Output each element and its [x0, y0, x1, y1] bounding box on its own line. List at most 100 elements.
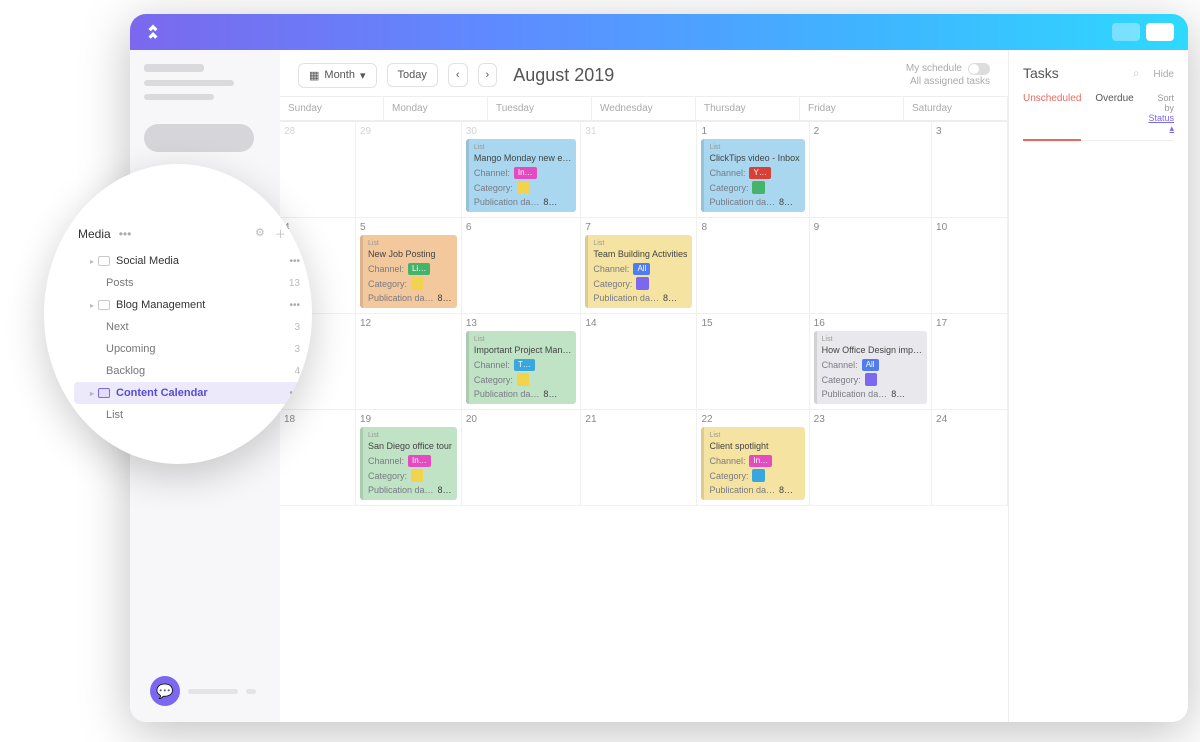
calendar-toolbar: ▦ Month ▾ Today ‹ › August 2019 My sched… [280, 50, 1008, 96]
publication-value: 8… [779, 196, 793, 208]
tasks-panel: Tasks ⌕ Hide Unscheduled Overdue Sort by… [1008, 50, 1188, 722]
category-label: Category: [593, 278, 632, 290]
calendar-cell[interactable]: 16ListHow Office Design imp…Channel:AllC… [810, 314, 932, 410]
calendar-cell[interactable]: 17 [932, 314, 1008, 410]
task-title: San Diego office tour [368, 440, 452, 452]
channel-chip: T… [514, 359, 535, 372]
my-schedule-toggle[interactable] [968, 63, 990, 75]
publication-label: Publication da… [709, 484, 775, 496]
calendar-cell[interactable]: 22 ListClient spotlightChannel:In…Categor… [697, 410, 809, 506]
calendar-task-card[interactable]: ListHow Office Design imp…Channel:AllCat… [814, 331, 927, 404]
calendar-cell[interactable]: 8 [697, 218, 809, 314]
search-pill[interactable] [144, 124, 254, 152]
calendar-cell[interactable]: 21 [581, 410, 697, 506]
prev-button[interactable]: ‹ [448, 63, 468, 87]
calendar-task-card[interactable]: ListNew Job PostingChannel:Li…Category: … [360, 235, 457, 308]
calendar-cell[interactable]: 13 ListImportant Project Man…Channel:T…Ca… [462, 314, 582, 410]
category-chip [636, 277, 648, 290]
calendar-cell[interactable]: 20 [462, 410, 582, 506]
today-button[interactable]: Today [387, 63, 438, 87]
hide-panel-link[interactable]: Hide [1153, 69, 1174, 80]
calendar-header-row: SundayMondayTuesdayWednesdayThursdayFrid… [280, 96, 1008, 121]
window-control[interactable] [1112, 23, 1140, 41]
calendar-cell[interactable]: 19ListSan Diego office tourChannel:In…Ca… [356, 410, 462, 506]
day-number: 13 [466, 318, 577, 329]
sidebar-list-item[interactable]: Next3 [74, 316, 306, 338]
gear-icon[interactable]: ⚙ [255, 226, 265, 242]
calendar-task-card[interactable]: ListTeam Building ActivitiesChannel:AllC… [585, 235, 692, 308]
view-mode-label: Month [324, 69, 355, 81]
calendar-cell[interactable]: 14 [581, 314, 697, 410]
calendar-task-card[interactable]: ListClickTips video - InboxChannel:Y…Cat… [701, 139, 804, 212]
item-label: List [106, 409, 123, 421]
more-icon[interactable]: ••• [289, 256, 300, 267]
calendar-cell[interactable]: 6 [462, 218, 582, 314]
calendar-cell[interactable]: 28 [280, 122, 356, 218]
sidebar-list-item[interactable]: List 8 [74, 404, 306, 426]
calendar-cell[interactable]: 10 [932, 218, 1008, 314]
calendar-cell[interactable]: 15 [697, 314, 809, 410]
sidebar-folder[interactable]: ▸Content Calendar••• [74, 382, 306, 404]
more-icon[interactable]: ••• [289, 388, 300, 399]
sortby-value[interactable]: Status ▴ [1148, 113, 1174, 133]
search-icon[interactable]: ⌕ [1133, 66, 1140, 80]
item-count: 13 [289, 278, 300, 289]
search-icon[interactable]: ⌕ [296, 226, 302, 242]
task-list-tag: List [474, 143, 572, 152]
tab-unscheduled[interactable]: Unscheduled [1023, 93, 1081, 141]
sidebar-list-item[interactable]: Upcoming3 [74, 338, 306, 360]
task-title: ClickTips video - Inbox [709, 152, 799, 164]
calendar-cell[interactable]: 2 [810, 122, 932, 218]
plus-icon[interactable]: ＋ [275, 226, 286, 242]
calendar-task-card[interactable]: ListClient spotlightChannel:In…Category:… [701, 427, 804, 500]
window-control[interactable] [1146, 23, 1174, 41]
publication-label: Publication da… [368, 484, 434, 496]
day-number: 31 [585, 126, 692, 137]
task-list-tag: List [368, 431, 452, 440]
placeholder-line [246, 689, 256, 694]
more-icon[interactable]: ••• [119, 227, 132, 241]
calendar-cell[interactable]: 12 [356, 314, 462, 410]
next-button[interactable]: › [478, 63, 498, 87]
more-icon[interactable]: ••• [289, 300, 300, 311]
calendar-task-card[interactable]: ListImportant Project Man…Channel:T…Cate… [466, 331, 577, 404]
calendar-cell[interactable]: 3 [932, 122, 1008, 218]
sidebar-folder[interactable]: ▸Blog Management••• [74, 294, 306, 316]
sidebar-folder[interactable]: ▸Social Media••• [74, 250, 306, 272]
day-number: 12 [360, 318, 457, 329]
sidebar-list-item[interactable]: Posts13 [74, 272, 306, 294]
sidebar-list-item[interactable]: Backlog4 [74, 360, 306, 382]
calendar-cell[interactable]: 5ListNew Job PostingChannel:Li…Category:… [356, 218, 462, 314]
view-mode-dropdown[interactable]: ▦ Month ▾ [298, 63, 377, 88]
channel-chip: Li… [408, 263, 430, 276]
publication-value: 8… [663, 292, 677, 304]
task-title: How Office Design imp… [822, 344, 922, 356]
calendar-cell[interactable]: 29 [356, 122, 462, 218]
popover-title: Media [78, 227, 111, 241]
calendar-task-card[interactable]: ListMango Monday new e…Channel:In…Catego… [466, 139, 577, 212]
category-label: Category: [368, 278, 407, 290]
calendar-title: August 2019 [513, 65, 614, 86]
chat-fab[interactable]: 💬 [150, 676, 180, 706]
calendar-day-header: Tuesday [488, 97, 592, 121]
calendar-cell[interactable]: 23 [810, 410, 932, 506]
tasks-heading: Tasks [1023, 65, 1059, 81]
calendar-cell[interactable]: 31 [581, 122, 697, 218]
category-label: Category: [474, 182, 513, 194]
calendar-cell[interactable]: 7ListTeam Building ActivitiesChannel:All… [581, 218, 697, 314]
publication-value: 8… [543, 388, 557, 400]
calendar-task-card[interactable]: ListSan Diego office tourChannel:In…Cate… [360, 427, 457, 500]
calendar-cell[interactable]: 1ListClickTips video - InboxChannel:Y…Ca… [697, 122, 809, 218]
task-list-tag: List [368, 239, 452, 248]
day-number: 22 [701, 414, 804, 425]
item-count: ••• [289, 256, 300, 267]
calendar-cell[interactable]: 9 [810, 218, 932, 314]
item-count: 8 [294, 410, 300, 421]
category-chip [411, 277, 423, 290]
item-label: Blog Management [116, 299, 205, 311]
calendar-cell[interactable]: 24 [932, 410, 1008, 506]
folder-icon [98, 388, 110, 398]
tab-overdue[interactable]: Overdue [1095, 93, 1133, 134]
calendar-cell[interactable]: 30ListMango Monday new e…Channel:In…Cate… [462, 122, 582, 218]
chevron-icon: ▸ [90, 389, 94, 398]
